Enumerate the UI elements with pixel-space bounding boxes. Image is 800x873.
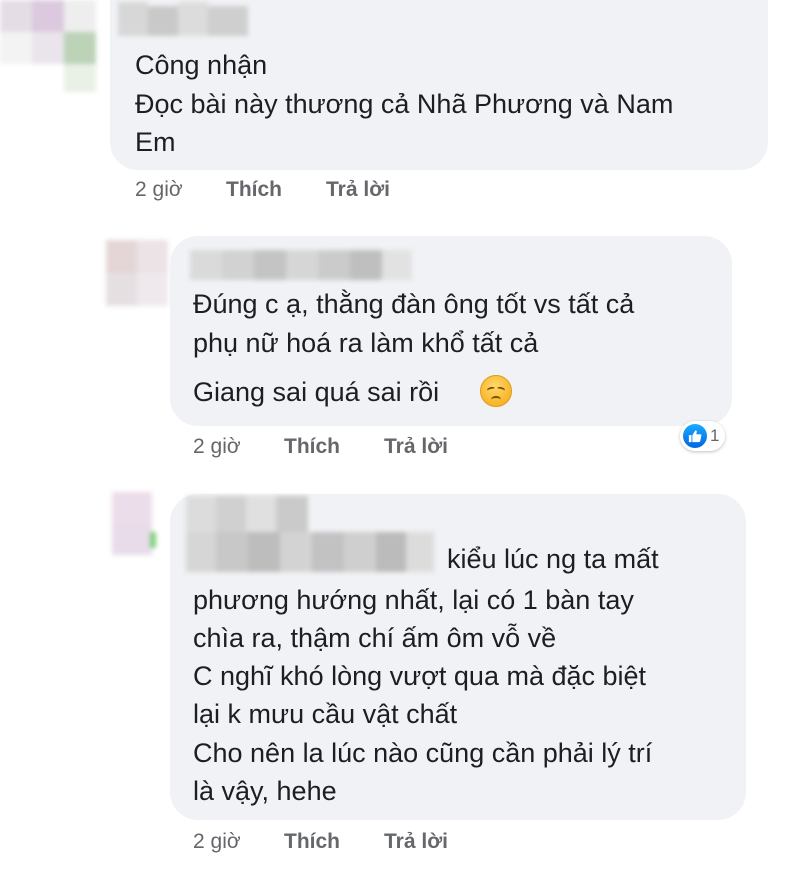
- comment-text: lại k mưu cầu vật chất: [193, 699, 458, 729]
- avatar[interactable]: [112, 492, 156, 558]
- like-icon: [683, 424, 707, 448]
- comment-text: chìa ra, thậm chí ấm ôm vỗ về: [193, 623, 557, 653]
- comment-text: kiểu lúc ng ta mất: [447, 544, 659, 574]
- reaction-count: 1: [710, 426, 720, 445]
- comment-text: Đọc bài này thương cả Nhã Phương và Nam: [135, 89, 674, 119]
- like-button[interactable]: Thích: [226, 178, 282, 202]
- comment-text: Công nhận: [135, 50, 268, 80]
- comment-text: Cho nên la lúc nào cũng cần phải lý trí: [193, 738, 653, 768]
- like-button[interactable]: Thích: [284, 830, 340, 854]
- comment-text: C nghĩ khó lòng vượt qua mà đặc biệt: [193, 661, 647, 691]
- reply-button[interactable]: Trả lời: [384, 830, 448, 854]
- reaction-summary[interactable]: 1: [680, 421, 726, 451]
- avatar[interactable]: [106, 240, 168, 306]
- comment-text: Giang sai quá sai rồi: [193, 377, 440, 407]
- comment-text: là vậy, hehe: [193, 776, 337, 806]
- comment-text: Đúng c ạ, thằng đàn ông tốt vs tất cả: [193, 289, 635, 319]
- like-button[interactable]: Thích: [284, 435, 340, 459]
- reply-button[interactable]: Trả lời: [384, 435, 448, 459]
- comment-text: phụ nữ hoá ra làm khổ tất cả: [193, 328, 539, 358]
- reply-button[interactable]: Trả lời: [326, 178, 390, 202]
- comment-text: Em: [135, 127, 176, 157]
- comment-timestamp[interactable]: 2 giờ: [193, 435, 241, 459]
- comment-timestamp[interactable]: 2 giờ: [193, 830, 241, 854]
- comment-text: phương hướng nhất, lại có 1 bàn tay: [193, 585, 634, 615]
- commenter-name[interactable]: [186, 496, 436, 578]
- commenter-name[interactable]: [190, 250, 418, 280]
- commenter-name[interactable]: [118, 2, 253, 36]
- avatar[interactable]: [0, 0, 110, 95]
- comment-timestamp[interactable]: 2 giờ: [135, 178, 183, 202]
- disappointed-face-icon: [480, 375, 512, 407]
